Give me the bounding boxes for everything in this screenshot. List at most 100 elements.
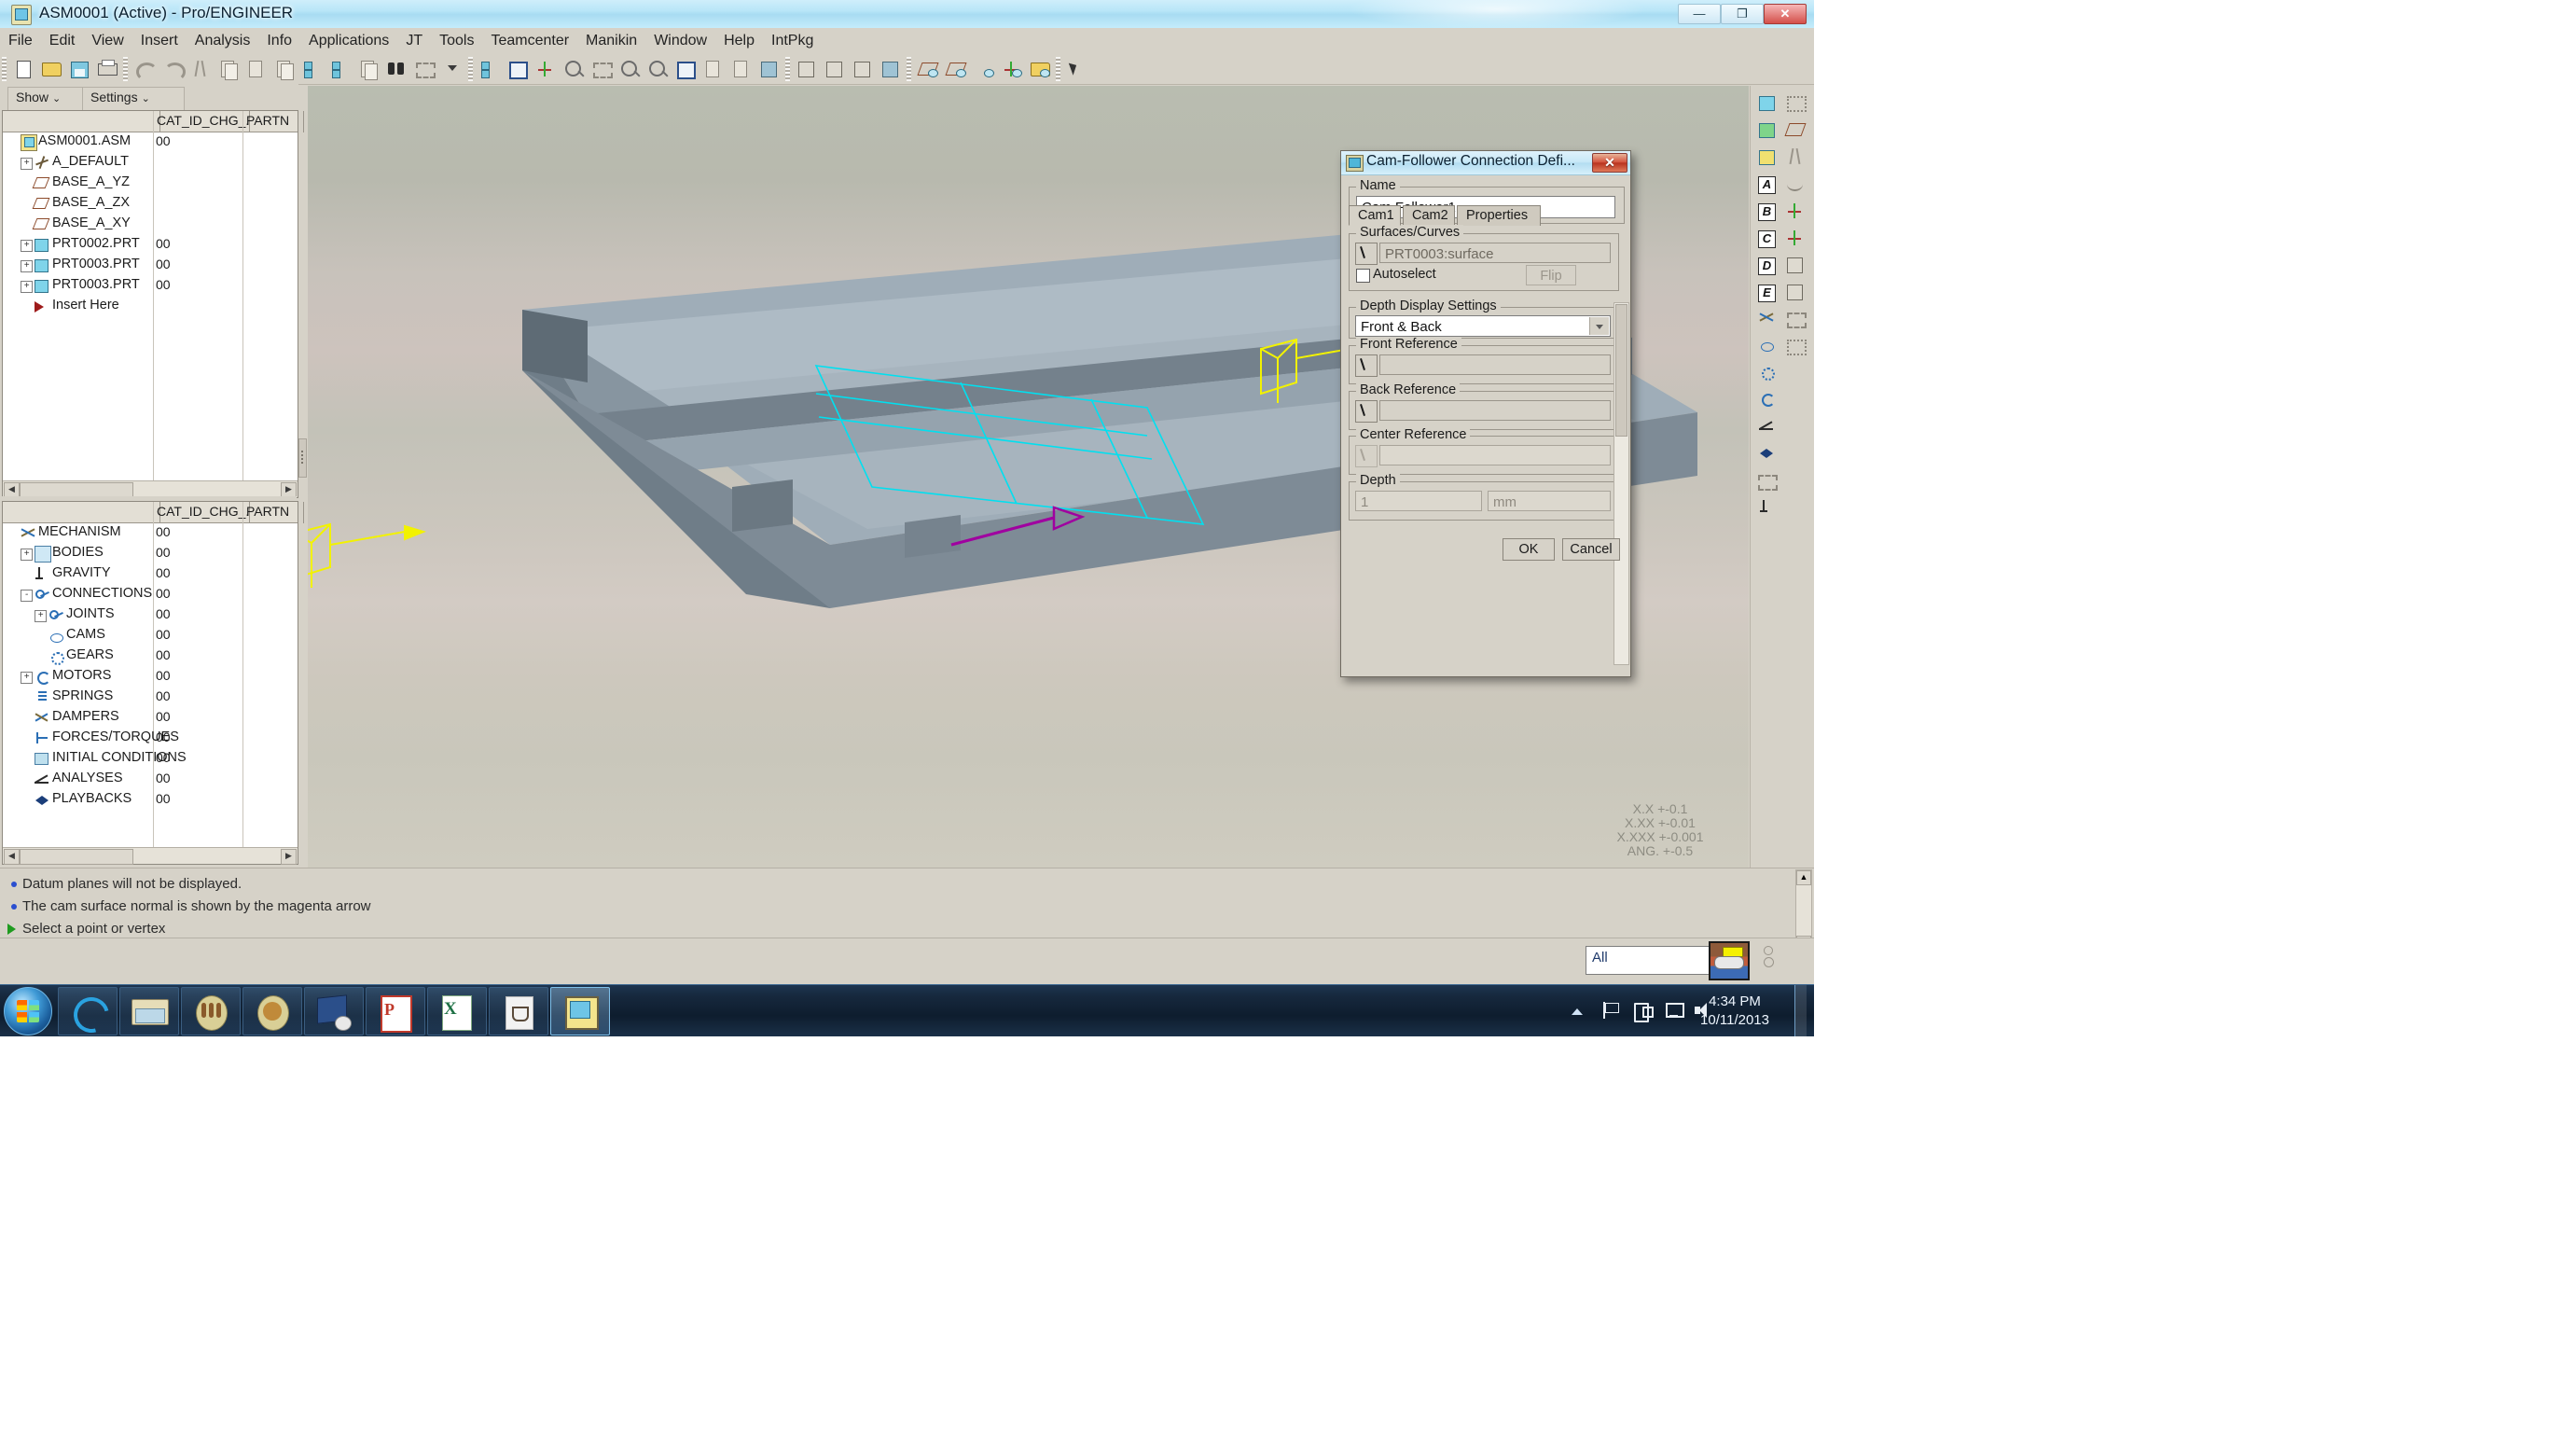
analysis-icon-toolbar[interactable] (1753, 415, 1780, 441)
gravity-icon-toolbar[interactable] (1753, 496, 1780, 522)
tree-row[interactable]: CAMS 00 (3, 625, 298, 646)
menu-edit[interactable]: Edit (41, 28, 84, 54)
tree-row[interactable]: DAMPERS 00 (3, 707, 298, 728)
datum-point-icon-toolbar[interactable] (1782, 199, 1808, 225)
tab-cam1[interactable]: Cam1 (1349, 205, 1401, 226)
tree-expander[interactable]: + (21, 281, 33, 293)
hidden-line-icon[interactable] (822, 57, 848, 81)
depth-display-select[interactable]: Front & Back (1355, 315, 1611, 337)
taskbar-item-proengineer[interactable] (550, 987, 610, 1035)
dialog-vscroll-thumb[interactable] (1615, 304, 1627, 437)
ok-button[interactable]: OK (1503, 538, 1555, 561)
tab-cam2[interactable]: Cam2 (1403, 205, 1455, 226)
tree-row[interactable]: GRAVITY 00 (3, 563, 298, 584)
tree-expander[interactable]: + (21, 672, 33, 684)
menu-help[interactable]: Help (715, 28, 763, 54)
model-tree-col-name[interactable] (3, 111, 160, 132)
grid-icon[interactable] (1782, 334, 1808, 360)
tree-row[interactable]: ANALYSES 00 (3, 769, 298, 789)
repaint-icon[interactable] (505, 57, 531, 81)
mechanism-tree-hscrollbar[interactable]: ◀ ▶ (3, 847, 298, 865)
mechanism-tree-body[interactable]: MECHANISM 00 + BODIES 00 GRAVITY 00 - CONNECTION… (3, 522, 298, 847)
menu-manikin[interactable]: Manikin (577, 28, 645, 54)
mechanism-tree-col-catid[interactable]: CAT_ID_CHG_... (154, 502, 250, 523)
model-tree-hscrollbar[interactable]: ◀ ▶ (3, 480, 298, 498)
cam-connection-icon[interactable] (1753, 334, 1780, 360)
cancel-button[interactable]: Cancel (1562, 538, 1620, 561)
taskbar-item-internet-explorer[interactable] (58, 987, 118, 1039)
color-appearance-icon[interactable] (1753, 118, 1780, 144)
open-file-icon[interactable] (38, 57, 64, 81)
reorient-icon[interactable] (561, 57, 587, 81)
zoom-out-icon[interactable] (644, 57, 671, 81)
annotation-b-icon[interactable]: B (1753, 199, 1780, 225)
redo-icon[interactable] (159, 57, 186, 81)
mechanism-tree-scroll-left[interactable]: ◀ (4, 849, 20, 865)
taskbar-item-windows-explorer[interactable] (119, 987, 179, 1035)
selection-box-icon[interactable] (411, 57, 437, 81)
menu-applications[interactable]: Applications (300, 28, 397, 54)
show-menu-button[interactable]: Show ⌄ (7, 87, 91, 111)
annotation-e-icon[interactable]: E (1753, 280, 1780, 306)
toolbar-grip[interactable] (2, 57, 7, 81)
refit-icon[interactable] (672, 57, 699, 81)
mechanism-tree-scroll-thumb[interactable] (20, 849, 133, 865)
model-tree-col-partn[interactable]: PARTN (243, 111, 304, 132)
mirror-icon[interactable] (1782, 307, 1808, 333)
menu-tools[interactable]: Tools (431, 28, 482, 54)
settings-menu-button[interactable]: Settings ⌄ (82, 87, 185, 111)
dialog-title-bar[interactable]: Cam-Follower Connection Defi... ✕ (1341, 151, 1630, 175)
taskbar-item-excel[interactable]: X (427, 987, 487, 1035)
tree-row[interactable]: FORCES/TORQUES 00 (3, 728, 298, 748)
spin-center-icon[interactable] (533, 57, 559, 81)
paste-icon[interactable] (243, 57, 270, 81)
surface-select-button[interactable] (1355, 243, 1378, 265)
mechanism-icon-toolbar[interactable] (1753, 307, 1780, 333)
maximize-button[interactable]: ❐ (1721, 4, 1764, 24)
regenerate-icon[interactable] (299, 57, 325, 81)
toolbar-grip-2[interactable] (123, 57, 128, 81)
annotation-d-icon[interactable]: D (1753, 253, 1780, 279)
dialog-vscrollbar[interactable] (1613, 302, 1629, 665)
autoselect-checkbox[interactable] (1356, 269, 1370, 283)
panel-resize-grip[interactable] (298, 438, 307, 478)
datum-axis-icon-toolbar[interactable] (1782, 145, 1808, 171)
front-reference-select-button[interactable] (1355, 354, 1378, 377)
taskbar-item-java[interactable] (489, 987, 548, 1035)
sketch-curve-icon[interactable] (1782, 172, 1808, 198)
tree-row[interactable]: INITIAL CONDITIONS 00 (3, 748, 298, 769)
save-icon[interactable] (66, 57, 92, 81)
cut-icon[interactable] (187, 57, 214, 81)
wireframe-icon[interactable] (794, 57, 820, 81)
back-reference-field[interactable] (1379, 400, 1611, 421)
menu-info[interactable]: Info (258, 28, 300, 54)
battery-icon[interactable] (1631, 1000, 1654, 1022)
no-hidden-icon[interactable] (850, 57, 876, 81)
datum-csys-icon-toolbar[interactable] (1782, 226, 1808, 252)
depth-value-input[interactable]: 1 (1355, 491, 1482, 511)
flip-button[interactable]: Flip (1526, 265, 1576, 285)
copy-paste-group-icon[interactable] (355, 57, 381, 81)
tree-row[interactable]: + A_DEFAULT (3, 152, 298, 173)
new-file-icon[interactable] (10, 57, 36, 81)
annotation-a-icon[interactable]: A (1753, 172, 1780, 198)
pan-icon[interactable] (589, 57, 615, 81)
tree-row[interactable]: + BODIES 00 (3, 543, 298, 563)
playback-icon-toolbar[interactable] (1753, 442, 1780, 468)
toolbar-grip-3[interactable] (468, 57, 473, 81)
annotation-c-icon[interactable]: C (1753, 226, 1780, 252)
model-tree-panel[interactable]: CAT_ID_CHG_... PARTN ASM0001.ASM 00 + A_DEF… (2, 110, 304, 498)
menu-insert[interactable]: Insert (132, 28, 187, 54)
back-reference-select-button[interactable] (1355, 400, 1378, 423)
tree-row[interactable]: - CONNECTIONS 00 (3, 584, 298, 604)
menu-view[interactable]: View (83, 28, 132, 54)
tab-properties[interactable]: Properties (1457, 205, 1541, 226)
datum-points-display-icon[interactable] (971, 57, 997, 81)
tree-row[interactable]: + PRT0002.PRT 00 (3, 234, 298, 255)
datum-planes-display-icon[interactable] (915, 57, 941, 81)
datum-plane-icon-toolbar[interactable] (1782, 118, 1808, 144)
annotation-icon[interactable] (728, 57, 755, 81)
center-reference-select-button[interactable] (1355, 445, 1378, 467)
selection-filter-input[interactable]: All (1586, 946, 1714, 975)
undo-icon[interactable] (132, 57, 158, 81)
